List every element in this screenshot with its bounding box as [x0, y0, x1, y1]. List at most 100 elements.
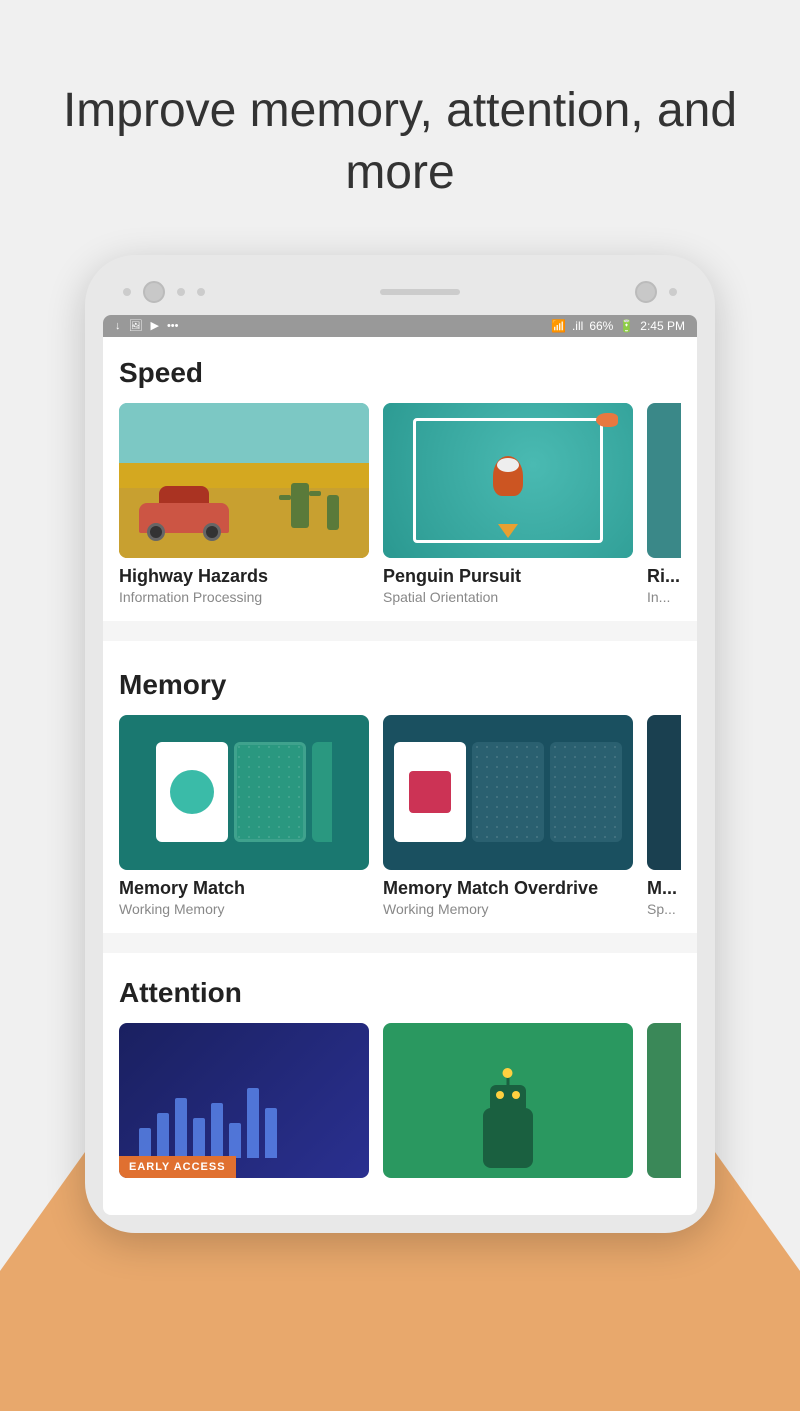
phone-camera-left: [123, 281, 205, 303]
memory-section-header: Memory: [119, 669, 681, 701]
memory-overdrive-thumbnail: [383, 715, 633, 870]
video-icon: ▶: [150, 319, 158, 332]
bar-1: [139, 1128, 151, 1158]
overdrive-card-dark-2: [550, 742, 622, 842]
attention-game-2-card[interactable]: [383, 1023, 633, 1178]
signal-icon: .ill: [572, 319, 583, 333]
status-bar-left: ↓ 🖼 ▶ •••: [115, 319, 179, 332]
overdrive-square: [409, 771, 451, 813]
memory-match-category: Working Memory: [119, 901, 369, 917]
phone-camera-right: [635, 281, 677, 303]
down-arrow: [498, 524, 518, 538]
memory-match-name: Memory Match: [119, 878, 369, 899]
memory-section: Memory: [119, 669, 681, 917]
phone-screen: ↓ 🖼 ▶ ••• 📶 .ill 66% 🔋 2:45 PM: [103, 315, 697, 1215]
speed-section-header: Speed: [119, 357, 681, 389]
phone-speaker: [380, 289, 460, 295]
app-content: Speed: [103, 337, 697, 1198]
memory-match-card[interactable]: Memory Match Working Memory: [119, 715, 369, 917]
time-display: 2:45 PM: [640, 319, 685, 333]
memory-games-row: Memory Match Working Memory: [119, 715, 681, 917]
more-icon: •••: [167, 320, 179, 332]
overdrive-card-white: [394, 742, 466, 842]
status-bar-right: 📶 .ill 66% 🔋 2:45 PM: [551, 319, 685, 333]
bar-3: [175, 1098, 187, 1158]
partial-speed-card: Ri... In...: [647, 403, 681, 605]
highway-hazards-name: Highway Hazards: [119, 566, 369, 587]
memory-card-dark-1: [234, 742, 306, 842]
car: [139, 483, 229, 533]
attention-game-2-thumbnail: [383, 1023, 633, 1178]
header-title: Improve memory, attention, and more: [60, 80, 740, 205]
penguin-figure: [493, 456, 523, 496]
phone-dot-left2: [177, 288, 185, 296]
penguin-pursuit-name: Penguin Pursuit: [383, 566, 633, 587]
phone-camera-main-left: [143, 281, 165, 303]
bar-5: [211, 1103, 223, 1158]
phone-dot-left3: [197, 288, 205, 296]
battery-percent: 66%: [589, 319, 613, 333]
bar-4: [193, 1118, 205, 1158]
wifi-icon: 📶: [551, 319, 566, 333]
cactus-2: [327, 495, 339, 530]
highway-hazards-category: Information Processing: [119, 589, 369, 605]
partial-speed-thumbnail: [647, 403, 681, 558]
partial-memory-thumbnail: [647, 715, 681, 870]
car-wheel-left: [147, 523, 165, 541]
memory-card-white: [156, 742, 228, 842]
car-body: [139, 503, 229, 533]
attention-section: Attention: [119, 977, 681, 1178]
car-wheel-right: [203, 523, 221, 541]
partial-speed-category: In...: [647, 589, 681, 605]
fish-icon: [596, 413, 618, 427]
header-section: Improve memory, attention, and more: [0, 0, 800, 245]
robot-eye-right: [512, 1091, 520, 1099]
penguin-pursuit-category: Spatial Orientation: [383, 589, 633, 605]
robot-antenna: [507, 1072, 510, 1090]
attention-section-header: Attention: [119, 977, 681, 1009]
robot-body: [483, 1108, 533, 1168]
phone-dot-right: [669, 288, 677, 296]
attention-bars: [139, 1088, 277, 1158]
partial-memory-category: Sp...: [647, 901, 681, 917]
memory-dot-pattern-1: [234, 742, 306, 842]
partial-memory-name: M...: [647, 878, 681, 899]
attention-games-row: EARLY ACCESS: [119, 1023, 681, 1178]
partial-memory-card: M... Sp...: [647, 715, 681, 917]
penguin-pursuit-card[interactable]: Penguin Pursuit Spatial Orientation: [383, 403, 633, 605]
memory-partial-card: [312, 742, 332, 842]
cactus-1: [291, 483, 309, 528]
phone-dot-left: [123, 288, 131, 296]
bar-6: [229, 1123, 241, 1158]
speed-games-row: Highway Hazards Information Processing: [119, 403, 681, 605]
partial-attention-card: [647, 1023, 681, 1178]
memory-overdrive-name: Memory Match Overdrive: [383, 878, 633, 899]
memory-overdrive-card[interactable]: Memory Match Overdrive Working Memory: [383, 715, 633, 917]
download-icon: ↓: [115, 320, 121, 332]
image-icon: 🖼: [129, 319, 143, 332]
status-bar: ↓ 🖼 ▶ ••• 📶 .ill 66% 🔋 2:45 PM: [103, 315, 697, 337]
speed-section: Speed: [119, 357, 681, 605]
phone-top-bar: [103, 273, 697, 315]
attention-game-1-card[interactable]: EARLY ACCESS: [119, 1023, 369, 1178]
phone-camera-main-right: [635, 281, 657, 303]
phone-mockup: ↓ 🖼 ▶ ••• 📶 .ill 66% 🔋 2:45 PM: [0, 255, 800, 1233]
memory-overdrive-category: Working Memory: [383, 901, 633, 917]
partial-attention-thumbnail: [647, 1023, 681, 1178]
early-access-badge: EARLY ACCESS: [119, 1156, 236, 1178]
highway-hazards-card[interactable]: Highway Hazards Information Processing: [119, 403, 369, 605]
partial-speed-name: Ri...: [647, 566, 681, 587]
penguin-pursuit-thumbnail: [383, 403, 633, 558]
battery-icon: 🔋: [619, 319, 634, 333]
bar-2: [157, 1113, 169, 1158]
bar-7: [247, 1088, 259, 1158]
phone-outer: ↓ 🖼 ▶ ••• 📶 .ill 66% 🔋 2:45 PM: [85, 255, 715, 1233]
section-divider-1: [103, 621, 697, 641]
highway-hazards-thumbnail: [119, 403, 369, 558]
attention-game-1-thumbnail: EARLY ACCESS: [119, 1023, 369, 1178]
section-divider-2: [103, 933, 697, 953]
robot-eye-left: [496, 1091, 504, 1099]
memory-match-thumbnail: [119, 715, 369, 870]
bar-8: [265, 1108, 277, 1158]
memory-circle: [170, 770, 214, 814]
